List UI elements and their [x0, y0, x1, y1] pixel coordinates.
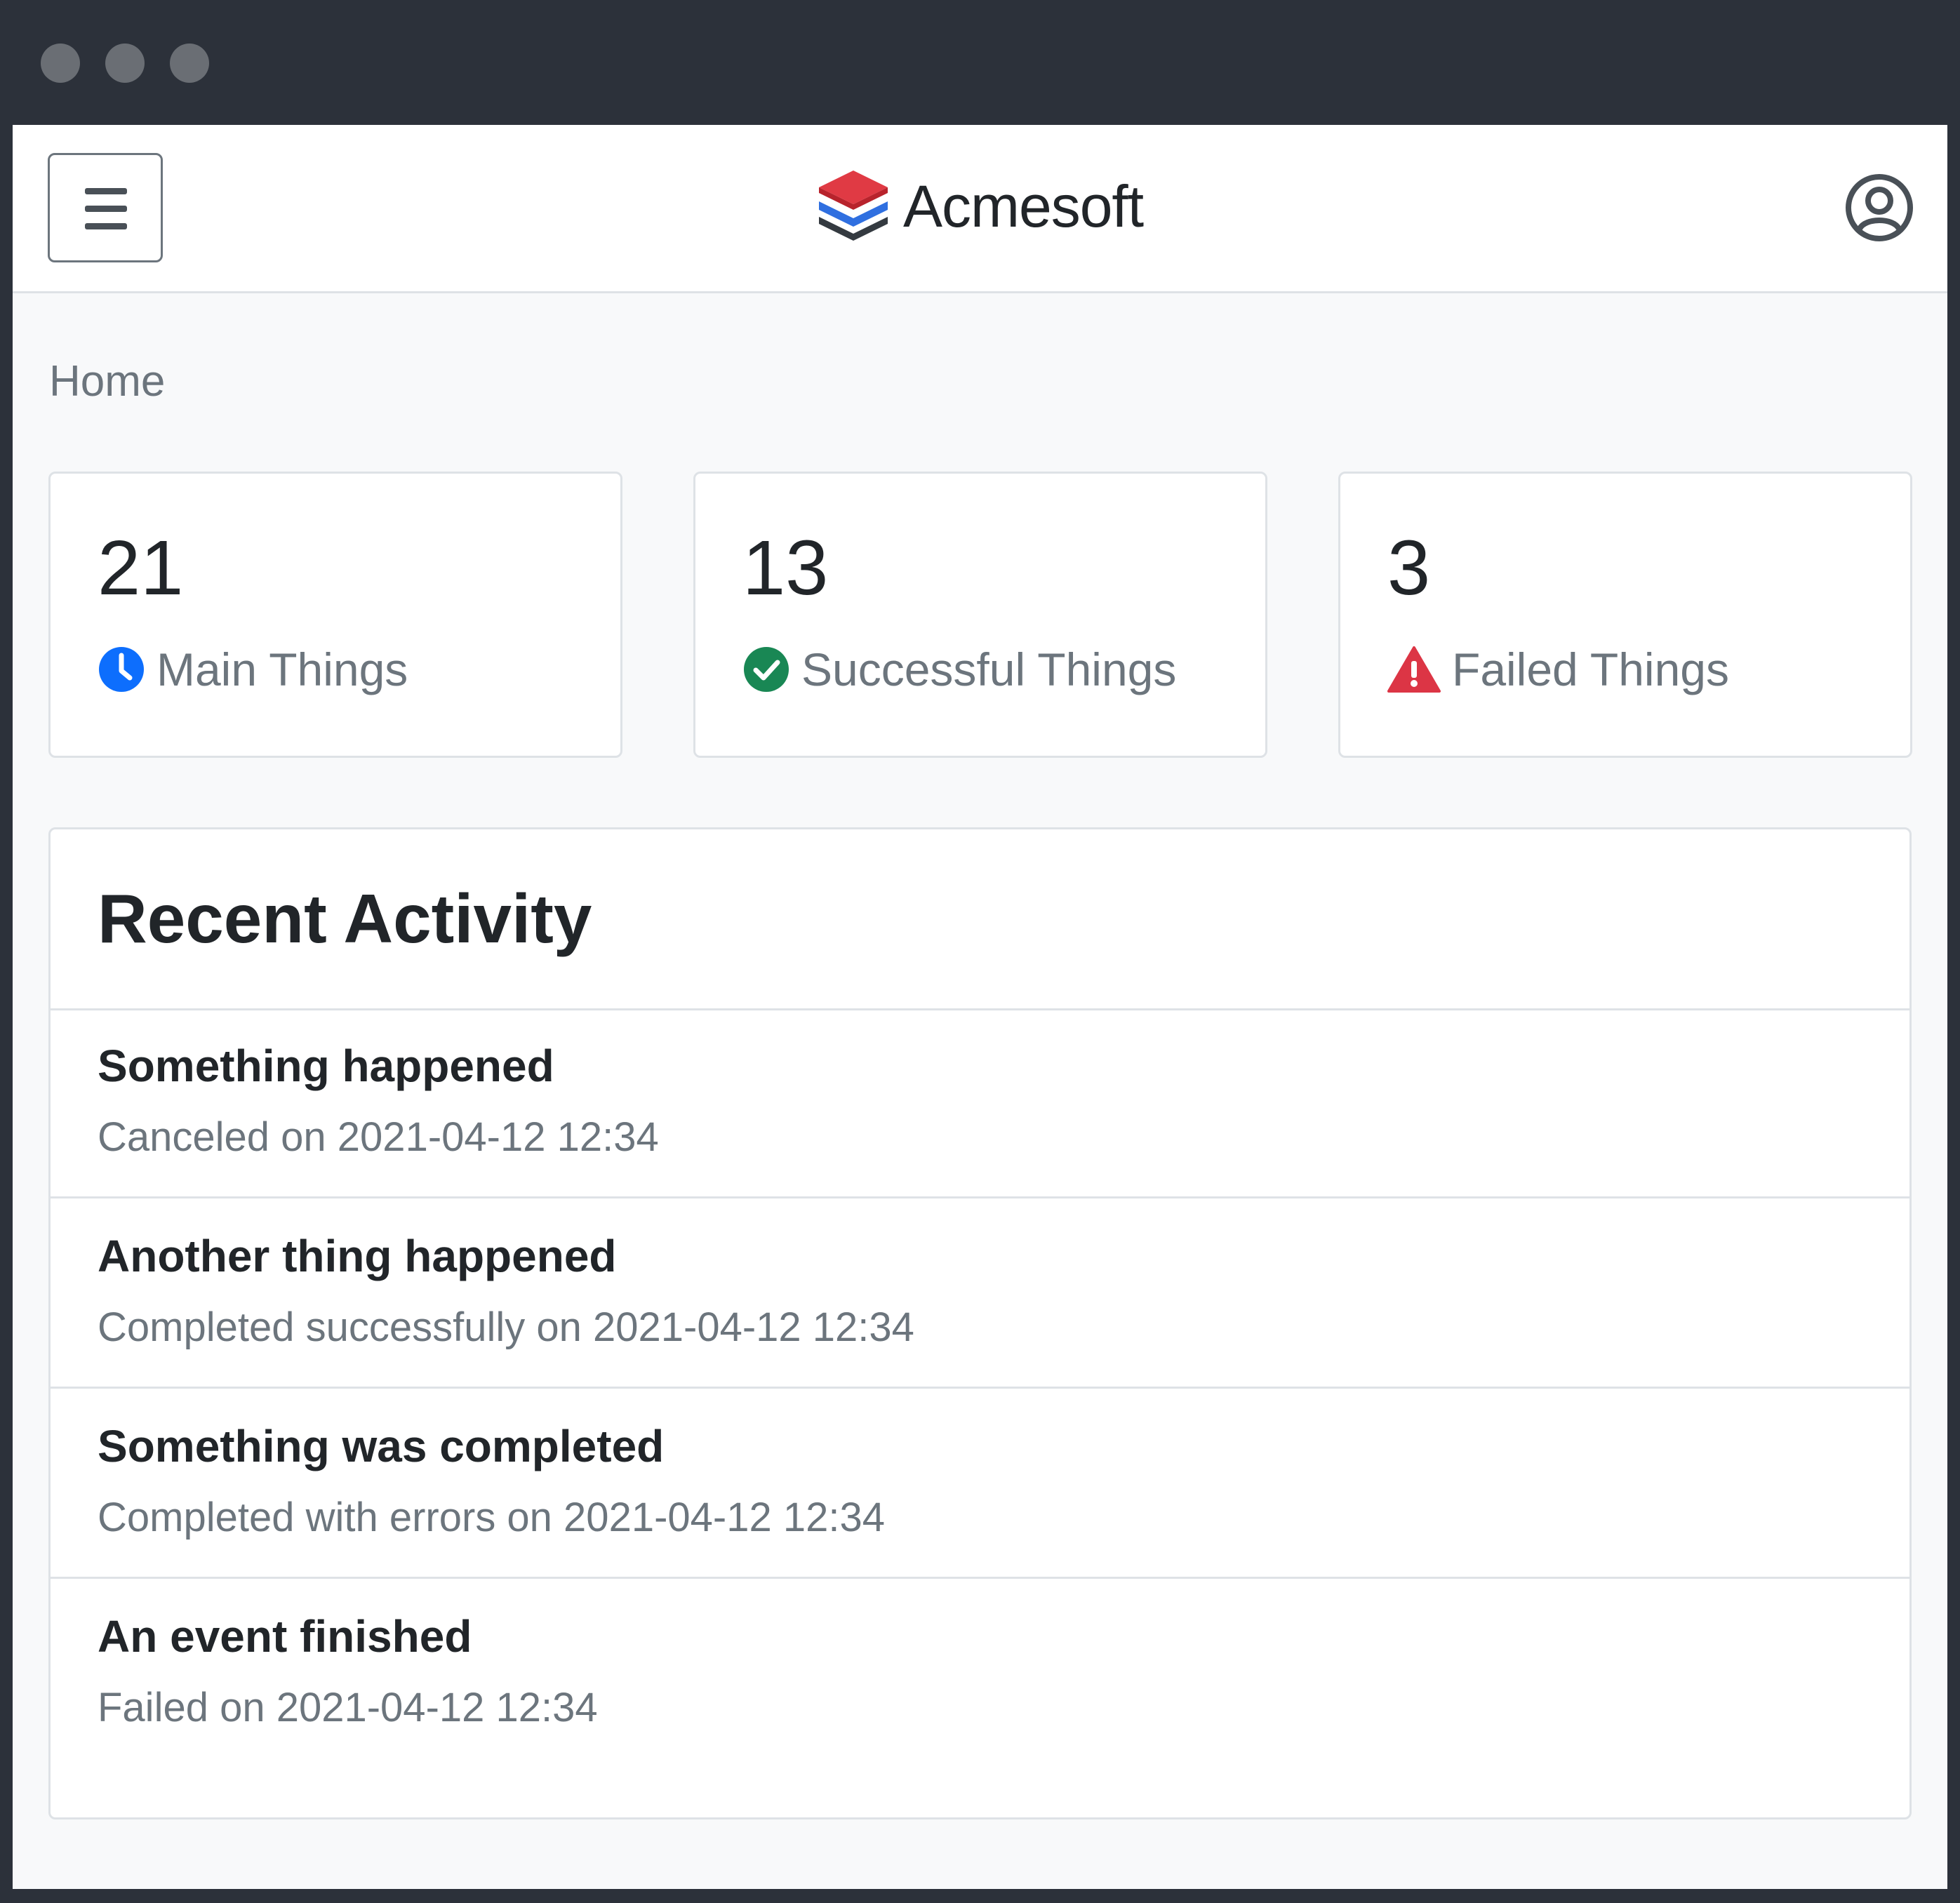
check-circle-icon: [744, 647, 789, 692]
stat-label: Failed Things: [1452, 643, 1730, 695]
breadcrumb: Home: [49, 360, 165, 403]
clock-icon: [99, 647, 144, 692]
stat-label: Main Things: [156, 643, 408, 695]
app-header: Acmesoft: [13, 125, 1947, 293]
activity-item-title: Another thing happened: [98, 1231, 617, 1281]
stat-label: Successful Things: [801, 643, 1177, 695]
brand-name: Acmesoft: [903, 173, 1144, 239]
stat-label-row: Successful Things: [742, 646, 1176, 693]
activity-item-status: Completed successfully on 2021-04-12 12:…: [98, 1304, 914, 1350]
activity-item-status: Canceled on 2021-04-12 12:34: [98, 1114, 659, 1160]
activity-item-title: An event finished: [98, 1611, 472, 1662]
stat-label-row: Failed Things: [1387, 646, 1729, 693]
stat-value: 13: [742, 525, 829, 611]
menu-toggle-button[interactable]: [48, 153, 163, 262]
activity-item-title: Something happened: [98, 1041, 554, 1091]
window-maximize-dot[interactable]: [170, 44, 209, 83]
activity-item-status: Completed with errors on 2021-04-12 12:3…: [98, 1495, 885, 1540]
activity-header: Recent Activity: [51, 829, 1909, 1010]
stat-card-successful: 13 Successful Things: [693, 472, 1267, 758]
window-close-dot[interactable]: [41, 44, 80, 83]
activity-item[interactable]: Another thing happened Completed success…: [51, 1198, 1909, 1389]
activity-item[interactable]: Something was completed Completed with e…: [51, 1389, 1909, 1579]
brand-logo-icon: [819, 171, 888, 241]
window-minimize-dot[interactable]: [105, 44, 145, 83]
stat-value: 21: [98, 525, 184, 611]
breadcrumb-home: Home: [49, 357, 166, 406]
activity-item-status: Failed on 2021-04-12 12:34: [98, 1685, 598, 1730]
user-circle-icon[interactable]: [1844, 173, 1914, 243]
app-window: Acmesoft Home 21 Main Things 13 Successf…: [13, 125, 1947, 1889]
warning-triangle-icon: [1387, 646, 1441, 693]
activity-title: Recent Activity: [98, 880, 592, 957]
activity-item[interactable]: Something happened Canceled on 2021-04-1…: [51, 1008, 1909, 1198]
recent-activity-card: Recent Activity Something happened Cance…: [48, 827, 1912, 1819]
window-titlebar: [0, 0, 1960, 125]
stat-value: 3: [1387, 525, 1431, 611]
brand-link[interactable]: Acmesoft: [815, 164, 1144, 248]
stat-card-failed: 3 Failed Things: [1338, 472, 1912, 758]
stat-label-row: Main Things: [98, 646, 408, 693]
activity-item-title: Something was completed: [98, 1421, 665, 1471]
stat-card-main: 21 Main Things: [48, 472, 622, 758]
activity-item[interactable]: An event finished Failed on 2021-04-12 1…: [51, 1579, 1909, 1769]
